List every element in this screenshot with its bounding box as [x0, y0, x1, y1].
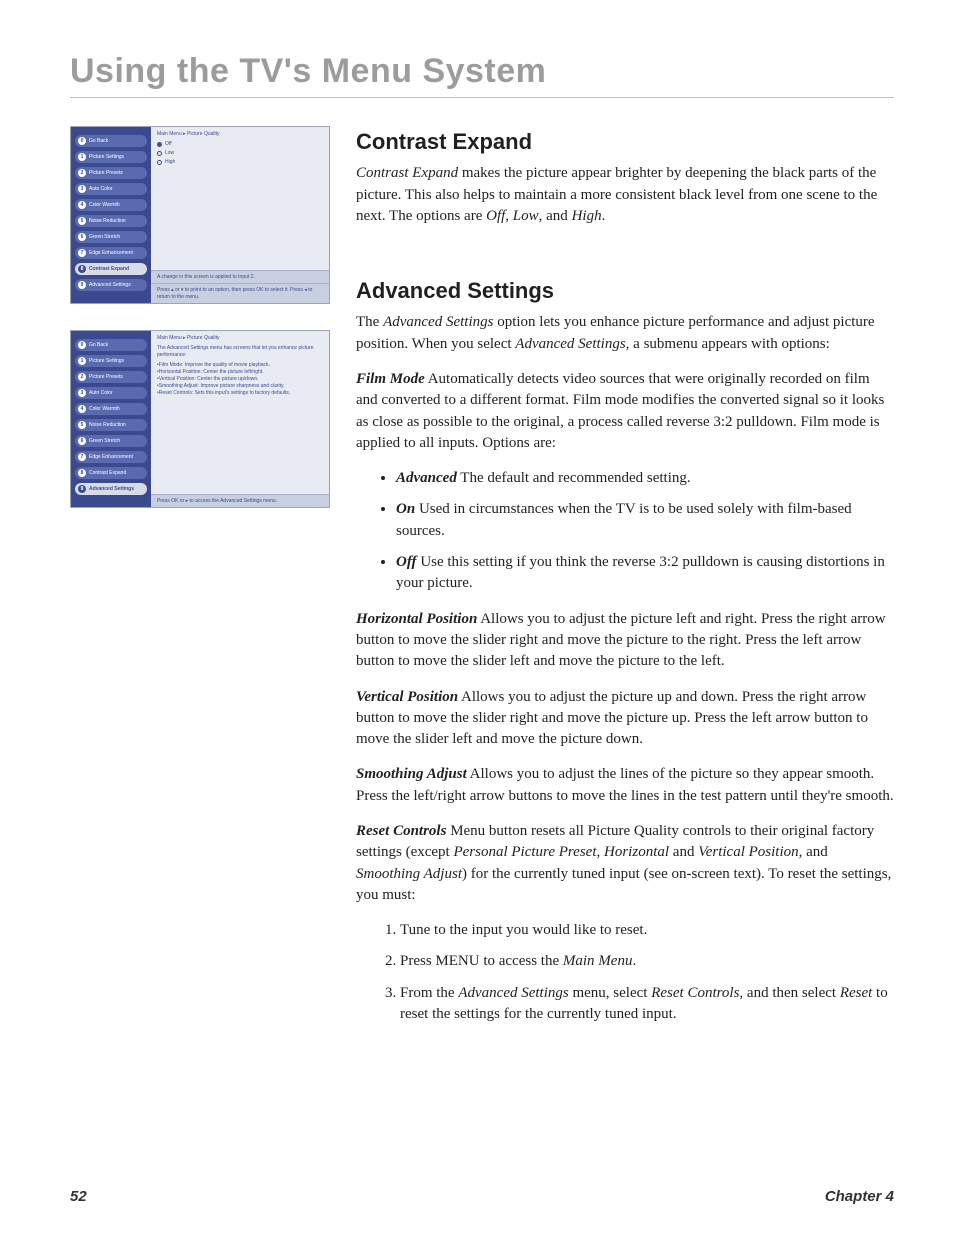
sidebar-item: 8Contrast Expand	[75, 467, 147, 479]
list-item: Tune to the input you would like to rese…	[400, 920, 894, 941]
divider	[70, 97, 894, 98]
list-item: Advanced The default and recommended set…	[396, 468, 894, 489]
list-item: From the Advanced Settings menu, select …	[400, 983, 894, 1026]
sidebar-item: 6Green Stretch	[75, 231, 147, 243]
sidebar-item: 3Auto Color	[75, 183, 147, 195]
sidebar-item: 5Noise Reduction	[75, 215, 147, 227]
sidebar-item: 3Auto Color	[75, 387, 147, 399]
paragraph: The Advanced Settings option lets you en…	[356, 312, 894, 355]
chapter-label: Chapter 4	[825, 1188, 894, 1205]
sidebar-item: 0Go Back	[75, 339, 147, 351]
page-number: 52	[70, 1188, 87, 1205]
bullet-list: Advanced The default and recommended set…	[356, 468, 894, 594]
sidebar-item: 2Picture Presets	[75, 167, 147, 179]
body-column: Contrast Expand Contrast Expand makes th…	[356, 126, 894, 1039]
paragraph: Contrast Expand makes the picture appear…	[356, 163, 894, 227]
sidebar-item: 5Noise Reduction	[75, 419, 147, 431]
sidebar-item: 6Green Stretch	[75, 435, 147, 447]
list-item: Press MENU to access the Main Menu.	[400, 951, 894, 972]
paragraph-horizontal-position: Horizontal Position Allows you to adjust…	[356, 609, 894, 673]
radio-option: High	[157, 159, 323, 166]
sidebar-item: 2Picture Presets	[75, 371, 147, 383]
figures-column: 0Go Back 1Picture Settings 2Picture Preset…	[70, 126, 330, 1039]
radio-option: Low	[157, 150, 323, 157]
page-footer: 52 Chapter 4	[70, 1188, 894, 1205]
list-item: Off Use this setting if you think the re…	[396, 552, 894, 595]
paragraph-smoothing-adjust: Smoothing Adjust Allows you to adjust th…	[356, 764, 894, 807]
sidebar-item: 9Advanced Settings	[75, 483, 147, 495]
sidebar-item: 1Picture Settings	[75, 355, 147, 367]
heading-advanced-settings: Advanced Settings	[356, 275, 894, 306]
chapter-title: Using the TV's Menu System	[70, 52, 894, 91]
sidebar-item: 9Advanced Settings	[75, 279, 147, 291]
sidebar-item: 1Picture Settings	[75, 151, 147, 163]
sidebar-item: 4Color Warmth	[75, 199, 147, 211]
sidebar-item: 7Edge Enhancement	[75, 451, 147, 463]
sidebar-item: 7Edge Enhancement	[75, 247, 147, 259]
hint-text: Press ▴ or ▾ to point to an option, then…	[151, 283, 329, 303]
screenshot-contrast-expand: 0Go Back 1Picture Settings 2Picture Preset…	[70, 126, 330, 304]
status-text: A change in this screen is applied to In…	[151, 270, 329, 284]
breadcrumb: Main Menu ▸ Picture Quality	[151, 127, 329, 139]
paragraph-vertical-position: Vertical Position Allows you to adjust t…	[356, 687, 894, 751]
sidebar-item: 4Color Warmth	[75, 403, 147, 415]
breadcrumb: Main Menu ▸ Picture Quality	[151, 331, 329, 343]
paragraph-film-mode: Film Mode Automatically detects video so…	[356, 369, 894, 454]
hint-text: Press OK or ▸ to access the Advanced Set…	[151, 494, 329, 508]
screenshot-advanced-settings: 0Go Back 1Picture Settings 2Picture Preset…	[70, 330, 330, 508]
heading-contrast-expand: Contrast Expand	[356, 126, 894, 157]
list-item: On Used in circumstances when the TV is …	[396, 499, 894, 542]
paragraph-reset-controls: Reset Controls Menu button resets all Pi…	[356, 821, 894, 906]
sidebar-item: 8Contrast Expand	[75, 263, 147, 275]
ordered-list: Tune to the input you would like to rese…	[356, 920, 894, 1025]
radio-option: Off	[157, 141, 323, 148]
sidebar-item: 0Go Back	[75, 135, 147, 147]
